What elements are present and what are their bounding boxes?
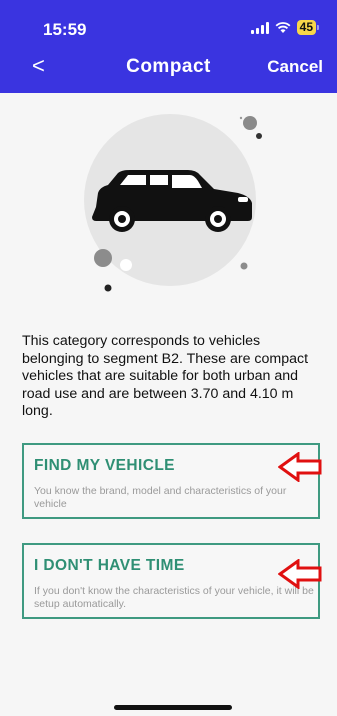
red-arrow-icon	[278, 559, 322, 589]
screen: 15:59 45 < Compact Cancel This category …	[0, 0, 337, 716]
red-arrow-icon	[278, 452, 322, 482]
status-icons: 45	[250, 20, 319, 35]
cancel-button[interactable]: Cancel	[267, 57, 323, 77]
category-description: This category corresponds to vehicles be…	[22, 333, 309, 419]
find-my-vehicle-option[interactable]: FIND MY VEHICLE You know the brand, mode…	[22, 443, 320, 519]
no-time-option[interactable]: I DON'T HAVE TIME If you don't know the …	[22, 543, 320, 619]
compact-car-icon	[84, 114, 262, 292]
signal-icon	[250, 21, 269, 34]
option-subtitle: If you don't know the characteristics of…	[34, 585, 314, 610]
option-title: I DON'T HAVE TIME	[34, 557, 185, 574]
battery-level: 45	[296, 20, 316, 35]
home-indicator	[114, 705, 232, 710]
option-title: FIND MY VEHICLE	[34, 457, 175, 474]
header: 15:59 45 < Compact Cancel	[0, 0, 337, 93]
option-subtitle: You know the brand, model and characteri…	[34, 485, 287, 510]
status-time: 15:59	[43, 20, 87, 39]
battery-icon: 45	[296, 20, 319, 35]
wifi-icon	[275, 21, 291, 33]
